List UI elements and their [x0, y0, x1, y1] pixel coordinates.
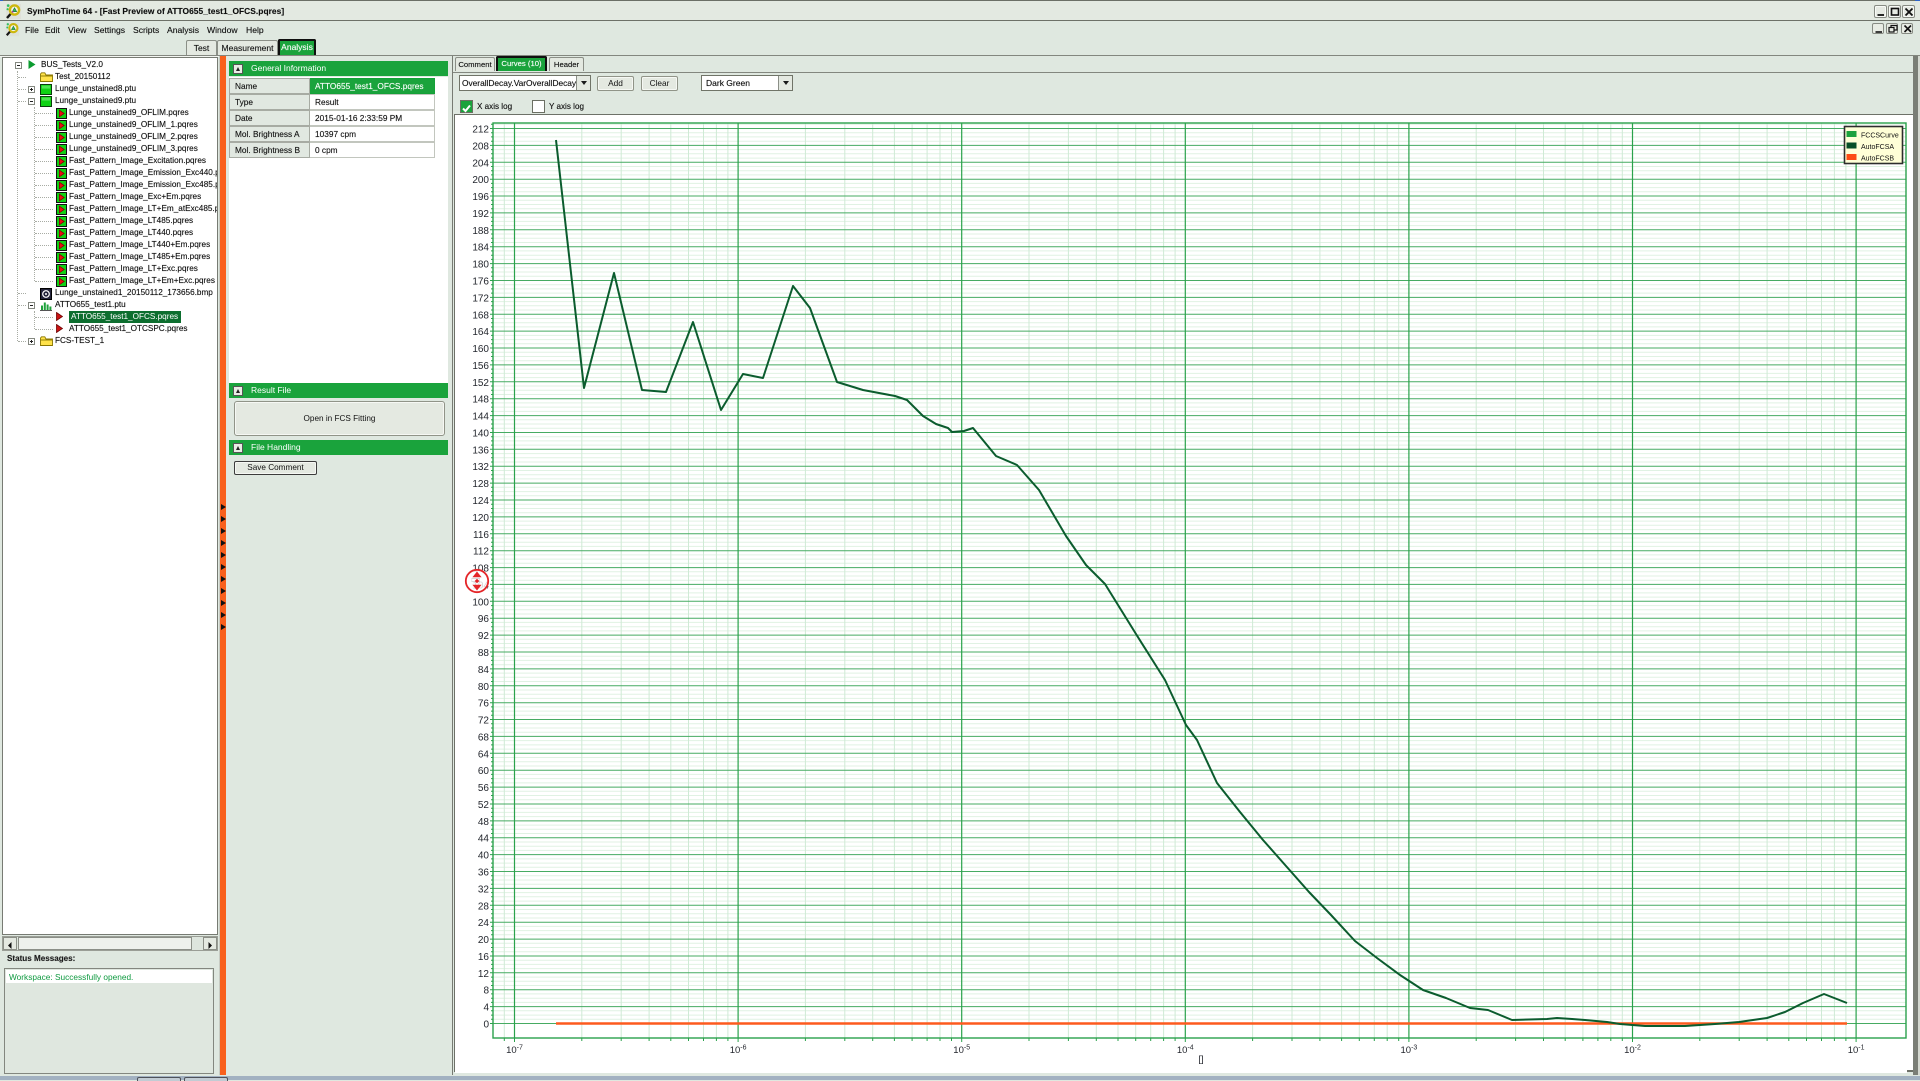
svg-text:148: 148 [472, 395, 489, 406]
svg-text:24: 24 [478, 918, 490, 929]
svg-text:196: 196 [472, 192, 489, 203]
svg-text:44: 44 [478, 834, 490, 845]
svg-text:12: 12 [478, 969, 490, 980]
svg-text:32: 32 [478, 884, 490, 895]
svg-text:176: 176 [472, 277, 489, 288]
svg-text:80: 80 [478, 682, 490, 693]
svg-text:AutoFCSA: AutoFCSA [1861, 144, 1894, 151]
svg-text:60: 60 [478, 766, 490, 777]
svg-text:96: 96 [478, 614, 490, 625]
svg-text:168: 168 [472, 310, 489, 321]
svg-text:172: 172 [472, 293, 489, 304]
svg-text:16: 16 [478, 952, 490, 963]
svg-text:92: 92 [478, 631, 490, 642]
svg-text:180: 180 [472, 260, 489, 271]
svg-text:136: 136 [472, 445, 489, 456]
svg-text:164: 164 [472, 327, 489, 338]
svg-text:188: 188 [472, 226, 489, 237]
svg-text:28: 28 [478, 901, 490, 912]
svg-text:156: 156 [472, 361, 489, 372]
svg-text:40: 40 [478, 851, 490, 862]
svg-text:FCCSCurve: FCCSCurve [1861, 133, 1899, 140]
svg-text:204: 204 [472, 158, 489, 169]
svg-text:184: 184 [472, 243, 489, 254]
svg-text:56: 56 [478, 783, 490, 794]
svg-text:48: 48 [478, 817, 490, 828]
svg-text:120: 120 [472, 513, 489, 524]
svg-text:200: 200 [472, 175, 489, 186]
svg-text:88: 88 [478, 648, 490, 659]
svg-text:[]: [] [1198, 1054, 1203, 1065]
svg-text:20: 20 [478, 935, 490, 946]
svg-text:0: 0 [483, 1020, 489, 1031]
svg-text:68: 68 [478, 732, 490, 743]
svg-text:124: 124 [472, 496, 489, 507]
svg-text:36: 36 [478, 868, 490, 879]
svg-text:112: 112 [473, 547, 489, 558]
svg-text:208: 208 [472, 141, 489, 152]
svg-text:64: 64 [478, 749, 490, 760]
svg-text:84: 84 [478, 665, 490, 676]
svg-text:144: 144 [472, 412, 489, 423]
svg-text:4: 4 [483, 1003, 489, 1014]
svg-text:8: 8 [483, 986, 489, 997]
svg-text:116: 116 [473, 530, 489, 541]
svg-text:72: 72 [478, 716, 490, 727]
svg-text:100: 100 [472, 597, 489, 608]
svg-text:192: 192 [472, 209, 489, 220]
svg-text:AutoFCSB: AutoFCSB [1861, 156, 1894, 163]
svg-text:76: 76 [478, 699, 490, 710]
svg-text:160: 160 [472, 344, 489, 355]
svg-text:140: 140 [472, 429, 489, 440]
svg-text:152: 152 [472, 378, 489, 389]
svg-text:132: 132 [472, 462, 489, 473]
svg-text:212: 212 [472, 125, 489, 136]
svg-text:52: 52 [478, 800, 490, 811]
svg-text:128: 128 [472, 479, 489, 490]
